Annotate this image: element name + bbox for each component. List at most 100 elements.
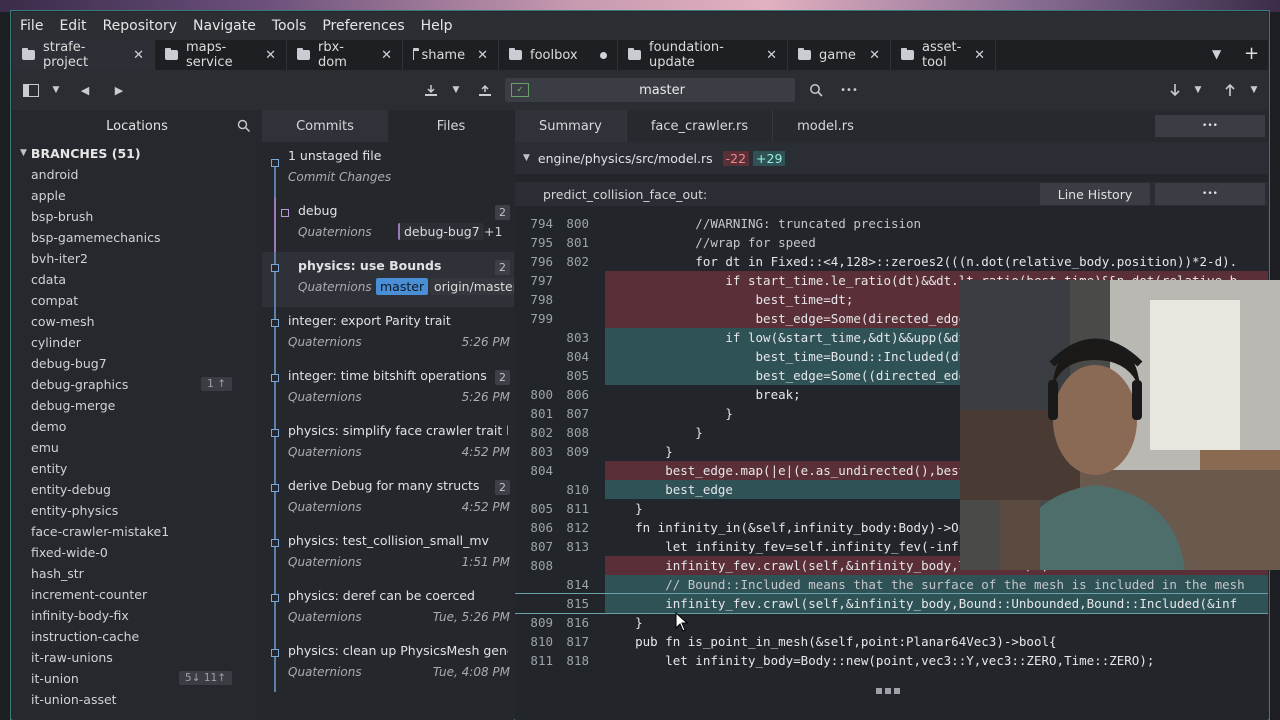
commit-row[interactable]: integer: export Parity trait Quaternions 5… bbox=[262, 307, 514, 362]
push-arrow-icon[interactable] bbox=[1222, 78, 1238, 102]
code-line[interactable]: 810 817 pub fn is_point_in_mesh(&self,poi… bbox=[515, 632, 1268, 651]
close-tab-icon[interactable]: ✕ bbox=[974, 48, 985, 63]
unsaved-dot-icon[interactable] bbox=[600, 51, 607, 59]
hunk-more-button[interactable]: ••• bbox=[1155, 183, 1265, 205]
tab-face-crawler[interactable]: face_crawler.rs bbox=[627, 110, 774, 142]
tab-files[interactable]: Files bbox=[388, 110, 514, 142]
branch-item[interactable]: bsp-brush bbox=[12, 206, 262, 227]
code-line[interactable]: 811 818 let infinity_body=Body::new(point… bbox=[515, 651, 1268, 670]
branch-item[interactable]: apple bbox=[12, 185, 262, 206]
tab-repo[interactable]: foolbox bbox=[499, 40, 618, 70]
commit-row[interactable]: physics: use Bounds Quaternions 2 master ori… bbox=[262, 252, 514, 307]
code-line[interactable]: 815 infinity_fev.crawl(self,&infinity_bo… bbox=[515, 593, 1268, 614]
file-diff-header[interactable]: ▼ engine/physics/src/model.rs -22 +29 ••… bbox=[515, 115, 1268, 174]
branch-item[interactable]: debug-graphics 1 ↑ bbox=[12, 374, 262, 395]
fetch-menu-chevron-icon[interactable]: ▼ bbox=[450, 78, 462, 102]
tab-repo[interactable]: rbx-dom ✕ bbox=[287, 40, 403, 70]
commit-row[interactable]: integer: time bitshift operations Quatern… bbox=[262, 362, 514, 417]
branch-item[interactable]: fixed-wide-0 bbox=[12, 542, 262, 563]
branch-ref-tag[interactable]: debug-bug7 bbox=[398, 223, 484, 240]
menu-help[interactable]: Help bbox=[413, 18, 461, 34]
branch-item[interactable]: it-raw-unions bbox=[12, 647, 262, 668]
commit-row[interactable]: physics: simplify face crawler trait bou… bbox=[262, 417, 514, 472]
branches-section-header[interactable]: ▼ BRANCHES (51) bbox=[12, 142, 262, 164]
file-more-button[interactable]: ••• bbox=[1155, 115, 1265, 137]
tab-repo[interactable]: game ✕ bbox=[788, 40, 891, 70]
sidebar-menu-chevron-icon[interactable]: ▼ bbox=[50, 78, 62, 102]
menu-edit[interactable]: Edit bbox=[51, 18, 94, 34]
tab-model[interactable]: model.rs bbox=[773, 110, 878, 142]
close-tab-icon[interactable]: ✕ bbox=[766, 48, 777, 63]
branch-ref-tag[interactable]: origin/master bbox=[430, 278, 514, 295]
branch-item[interactable]: entity bbox=[12, 458, 262, 479]
commit-row[interactable]: physics: deref can be coerced Quaternions… bbox=[262, 582, 514, 637]
commit-row[interactable]: physics: test_collision_small_mv Quaterni… bbox=[262, 527, 514, 582]
branch-item[interactable]: debug-merge bbox=[12, 395, 262, 416]
tab-commits[interactable]: Commits bbox=[262, 110, 388, 142]
branch-item[interactable]: demo bbox=[12, 416, 262, 437]
tab-repo[interactable]: maps-service ✕ bbox=[155, 40, 287, 70]
branch-item[interactable]: compat bbox=[12, 290, 262, 311]
pull-arrow-icon[interactable] bbox=[1167, 78, 1183, 102]
more-options-icon[interactable]: ••• bbox=[838, 78, 860, 102]
close-tab-icon[interactable]: ✕ bbox=[381, 48, 392, 63]
code-line[interactable]: 814 // Bound::Included means that the su… bbox=[515, 575, 1268, 594]
push-menu-chevron-icon[interactable]: ▼ bbox=[1248, 78, 1260, 102]
menu-preferences[interactable]: Preferences bbox=[314, 18, 412, 34]
fetch-icon[interactable] bbox=[422, 78, 440, 102]
search-icon[interactable] bbox=[806, 78, 826, 102]
branch-item[interactable]: bvh-iter2 bbox=[12, 248, 262, 269]
tab-repo[interactable]: asset-tool ✕ bbox=[891, 40, 996, 70]
tab-overflow-chevron-icon[interactable]: ▼ bbox=[1212, 47, 1221, 61]
tab-repo[interactable]: shame ✕ bbox=[403, 40, 499, 70]
branch-item[interactable]: it-union-asset bbox=[12, 689, 262, 710]
commit-row[interactable]: derive Debug for many structs Quaternions… bbox=[262, 472, 514, 527]
commit-row[interactable]: physics: clean up PhysicsMesh generation… bbox=[262, 637, 514, 692]
branch-item[interactable]: instruction-cache bbox=[12, 626, 262, 647]
collapse-triangle-icon[interactable]: ▼ bbox=[20, 148, 27, 158]
close-tab-icon[interactable]: ✕ bbox=[265, 48, 276, 63]
close-tab-icon[interactable]: ✕ bbox=[477, 48, 488, 63]
tab-repo[interactable]: foundation-update ✕ bbox=[618, 40, 788, 70]
branch-item[interactable]: face-crawler-mistake1 bbox=[12, 521, 262, 542]
line-history-button[interactable]: Line History bbox=[1040, 183, 1150, 205]
new-tab-plus-icon[interactable]: + bbox=[1244, 43, 1259, 64]
close-tab-icon[interactable]: ✕ bbox=[869, 48, 880, 63]
branch-item[interactable]: increment-counter bbox=[12, 584, 262, 605]
collapse-file-triangle-icon[interactable]: ▼ bbox=[523, 153, 530, 163]
current-branch-selector[interactable]: ✓ master bbox=[505, 78, 795, 102]
branch-item[interactable]: entity-debug bbox=[12, 479, 262, 500]
back-arrow-icon[interactable]: ◀ bbox=[76, 78, 94, 102]
branch-ref-tag[interactable]: master bbox=[376, 278, 429, 295]
pull-menu-chevron-icon[interactable]: ▼ bbox=[1192, 78, 1204, 102]
branch-item[interactable]: android bbox=[12, 164, 262, 185]
commit-row[interactable]: debug Quaternions 2 debug-bug7 +1 bbox=[262, 197, 514, 252]
unstaged-changes-row[interactable]: 1 unstaged file Commit Changes bbox=[262, 142, 514, 197]
branch-item[interactable]: hash_str bbox=[12, 563, 262, 584]
extra-refs-count[interactable]: +1 bbox=[480, 223, 506, 240]
branch-item[interactable]: cow-mesh bbox=[12, 311, 262, 332]
branch-item[interactable]: emu bbox=[12, 437, 262, 458]
code-line[interactable]: 796 802 for dt in Fixed::<4,128>::zeroes2… bbox=[515, 252, 1268, 271]
tab-summary[interactable]: Summary bbox=[515, 110, 627, 142]
branch-item[interactable]: cdata bbox=[12, 269, 262, 290]
branch-item[interactable]: infinity-body-fix bbox=[12, 605, 262, 626]
menu-repository[interactable]: Repository bbox=[95, 18, 185, 34]
code-line[interactable]: 809 816 } bbox=[515, 613, 1268, 632]
close-tab-icon[interactable]: ✕ bbox=[133, 48, 144, 63]
branch-item[interactable]: debug-bug7 bbox=[12, 353, 262, 374]
branch-item[interactable]: cylinder bbox=[12, 332, 262, 353]
menu-tools[interactable]: Tools bbox=[264, 18, 315, 34]
tab-repo[interactable]: strafe-project ✕ bbox=[12, 40, 155, 70]
forward-arrow-icon[interactable]: ▶ bbox=[110, 78, 128, 102]
menu-file[interactable]: File bbox=[12, 18, 51, 34]
menu-navigate[interactable]: Navigate bbox=[185, 18, 264, 34]
code-line[interactable]: 795 801 //wrap for speed bbox=[515, 233, 1268, 252]
sidebar-search-icon[interactable] bbox=[237, 119, 251, 136]
branch-item[interactable]: entity-physics bbox=[12, 500, 262, 521]
code-line[interactable]: 794 800 //WARNING: truncated precision bbox=[515, 214, 1268, 233]
branch-item[interactable]: it-union 5↓ 11↑ bbox=[12, 668, 262, 689]
stash-icon[interactable] bbox=[476, 78, 494, 102]
branch-item[interactable]: bsp-gamemechanics bbox=[12, 227, 262, 248]
sidebar-toggle-icon[interactable] bbox=[22, 78, 40, 102]
